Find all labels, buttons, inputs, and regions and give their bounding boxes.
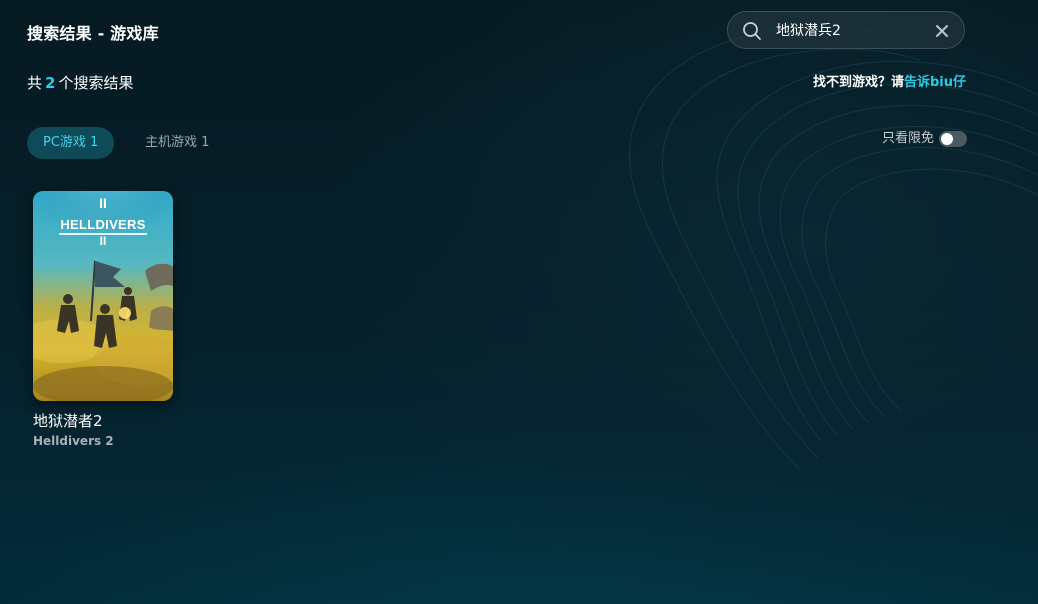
result-count-number: 2 xyxy=(45,74,56,92)
game-card[interactable]: II HELLDIVERS II 地狱潜者2 Helldivers 2 xyxy=(33,191,173,449)
game-title[interactable]: 地狱潜者2 xyxy=(33,411,173,431)
free-only-toggle[interactable] xyxy=(939,131,967,147)
missing-game-text: 找不到游戏？请 xyxy=(812,75,904,90)
cover-logo-text: HELLDIVERS xyxy=(60,217,145,232)
result-count: 共 2 个搜索结果 xyxy=(27,73,133,93)
free-only-label: 只看限免 xyxy=(881,131,934,146)
missing-game-help: 找不到游戏？请告诉biu仔 xyxy=(813,74,966,92)
result-count-suffix: 个搜索结果 xyxy=(58,74,134,92)
search-box[interactable]: 地狱潜兵2 xyxy=(727,11,965,49)
cover-logo-numeral: II xyxy=(99,195,107,211)
search-input[interactable]: 地狱潜兵2 xyxy=(776,21,841,41)
helldivers-cover-art: II HELLDIVERS II xyxy=(33,191,173,401)
game-subtitle: Helldivers 2 xyxy=(33,434,114,448)
tab-console-games[interactable]: 主机游戏 1 xyxy=(129,127,225,159)
page-title: 搜索结果 - 游戏库 xyxy=(27,24,159,43)
game-cover-image[interactable]: II HELLDIVERS II xyxy=(33,191,173,401)
cover-logo-numeral-large: II xyxy=(100,234,107,248)
tab-pc-games[interactable]: PC游戏 1 xyxy=(27,127,115,159)
toggle-knob xyxy=(941,133,953,145)
close-icon[interactable] xyxy=(934,23,950,39)
search-icon xyxy=(743,22,761,40)
result-count-prefix: 共 xyxy=(27,74,43,92)
feedback-link[interactable]: 告诉biu仔 xyxy=(904,75,966,90)
